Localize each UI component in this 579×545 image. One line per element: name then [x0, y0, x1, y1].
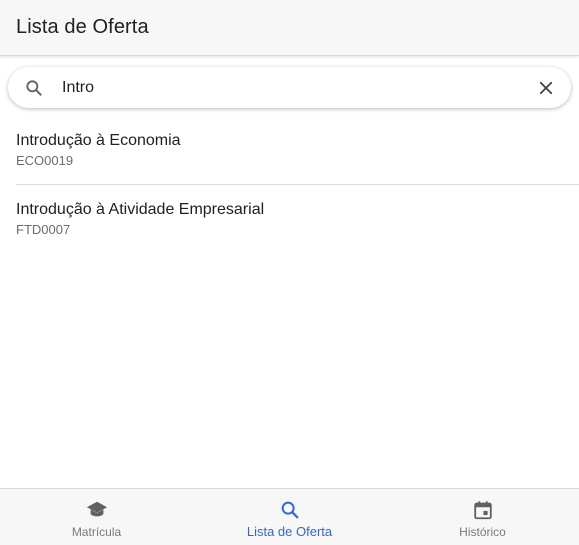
bottom-tab-bar: Matrícula Lista de Oferta Histórico	[0, 488, 579, 545]
results-list: Introdução à Economia ECO0019 Introdução…	[0, 116, 579, 254]
search-icon	[279, 499, 301, 521]
searchbar[interactable]	[8, 67, 571, 108]
page-title: Lista de Oferta	[16, 16, 149, 38]
tab-label: Matrícula	[71, 525, 122, 539]
school-icon	[86, 499, 108, 521]
top-toolbar: Lista de Oferta	[0, 0, 579, 56]
calendar-icon	[472, 499, 494, 521]
course-title: Introdução à Economia	[16, 132, 181, 149]
tab-matricula[interactable]: Matrícula	[0, 489, 193, 545]
tab-label: Histórico	[459, 525, 506, 539]
app-window: Lista de Oferta Introdução à Economia EC…	[0, 0, 579, 545]
tab-historico[interactable]: Histórico	[386, 489, 579, 545]
search-icon	[24, 78, 44, 98]
close-icon	[539, 81, 553, 95]
clear-search-button[interactable]	[535, 77, 557, 99]
course-code: ECO0019	[16, 153, 74, 168]
course-title: Introdução à Atividade Empresarial	[16, 201, 265, 218]
list-item[interactable]: Introdução à Atividade Empresarial FTD00…	[0, 185, 579, 254]
tab-lista-de-oferta[interactable]: Lista de Oferta	[193, 489, 386, 545]
course-code: FTD0007	[16, 222, 71, 237]
list-item[interactable]: Introdução à Economia ECO0019	[0, 116, 579, 185]
search-input[interactable]	[62, 67, 522, 108]
tab-label: Lista de Oferta	[246, 524, 333, 539]
